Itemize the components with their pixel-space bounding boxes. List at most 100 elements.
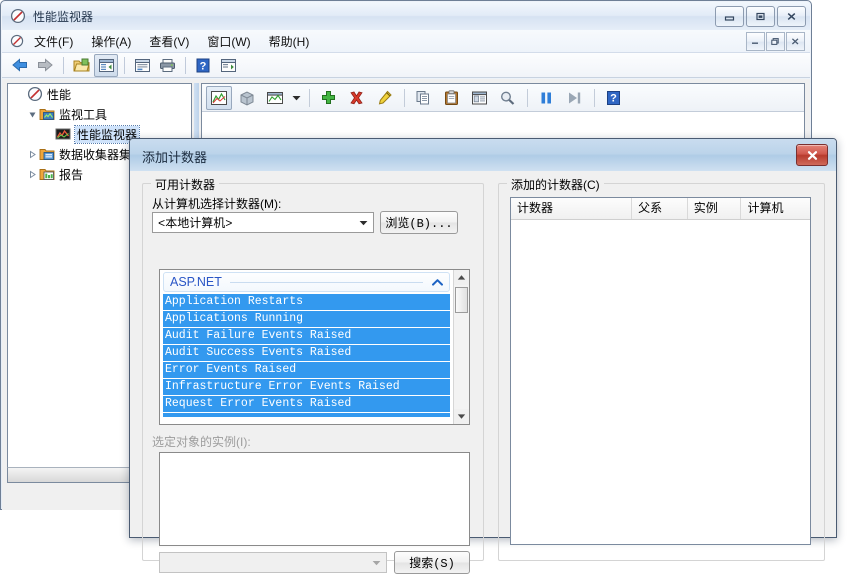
zoom-icon[interactable] [494, 86, 520, 110]
tree-expander-collapsed-icon[interactable] [26, 148, 39, 161]
view-histogram-icon[interactable] [234, 86, 260, 110]
dialog-titlebar: 添加计数器 [130, 139, 836, 172]
counter-group-header-aspnet[interactable]: ASP.NET [163, 272, 450, 292]
print-icon[interactable] [155, 54, 179, 77]
counter-item-partial[interactable] [163, 413, 450, 417]
added-counters-legend: 添加的计数器(C) [507, 176, 604, 193]
perfmon-icon [27, 86, 43, 102]
instances-listbox[interactable] [159, 452, 470, 546]
computer-combobox-value: <本地计算机> [158, 217, 233, 231]
column-header-parent[interactable]: 父系 [632, 198, 688, 219]
tree-item-label: 数据收集器集 [59, 147, 132, 162]
menu-window[interactable]: 窗口(W) [199, 31, 258, 52]
toolbar-separator [404, 88, 405, 107]
update-data-icon[interactable] [561, 86, 587, 110]
chart-icon [55, 126, 71, 142]
new-window-icon[interactable] [216, 54, 240, 77]
tree-expander [14, 88, 27, 101]
menu-view[interactable]: 查看(V) [141, 31, 197, 52]
toolbar-separator [309, 88, 310, 107]
window-titlebar: 性能监视器 [2, 2, 810, 30]
dialog-body: 可用计数器 从计算机选择计数器(M): <本地计算机> 浏览(B)... ASP… [130, 171, 836, 574]
freeze-display-icon[interactable] [533, 86, 559, 110]
view-graph-icon[interactable] [206, 85, 232, 110]
browse-button[interactable]: 浏览(B)... [380, 211, 458, 234]
add-counter-icon[interactable] [315, 86, 341, 110]
scroll-up-icon[interactable] [454, 270, 469, 285]
window-controls [715, 6, 806, 27]
toolbar-separator [527, 88, 528, 107]
screen: 性能监视器 文件(F) 操作(A) 查看(V) 窗口(W) 帮助(H) ? 性能… [0, 0, 866, 574]
help-icon[interactable]: ? [191, 54, 215, 77]
counter-item[interactable]: Audit Success Events Raised [163, 345, 450, 361]
perfmon-icon [10, 34, 24, 48]
available-counters-listbox[interactable]: ASP.NET Application Restarts Application… [159, 269, 470, 425]
show-folder-icon[interactable] [69, 54, 93, 77]
tree-item-monitoring-tools[interactable]: 监视工具 [8, 104, 191, 124]
counter-item[interactable]: Infrastructure Error Events Raised [163, 379, 450, 395]
back-icon[interactable] [8, 54, 32, 77]
computer-combobox[interactable]: <本地计算机> [152, 212, 374, 233]
toolbar-separator [124, 56, 125, 74]
counter-item[interactable]: Audit Failure Events Raised [163, 328, 450, 344]
folder-monitor-icon [39, 106, 55, 122]
counter-item[interactable]: Request Error Events Raised [163, 396, 450, 412]
scroll-down-icon[interactable] [454, 409, 469, 424]
svg-text:?: ? [200, 60, 207, 72]
menu-help[interactable]: 帮助(H) [261, 31, 318, 52]
forward-icon[interactable] [33, 54, 57, 77]
svg-text:?: ? [610, 92, 617, 104]
toolbar-separator [63, 56, 64, 74]
scrollbar-thumb[interactable] [455, 287, 468, 313]
view-report-icon[interactable] [262, 86, 288, 110]
copy-properties-icon[interactable] [410, 86, 436, 110]
paste-counter-list-icon[interactable] [438, 86, 464, 110]
add-counters-dialog: 添加计数器 可用计数器 从计算机选择计数器(M): <本地计算机> 浏览(B).… [129, 138, 837, 574]
instance-filter-combobox[interactable] [159, 552, 387, 573]
counter-list-scrollbar[interactable] [453, 270, 469, 424]
column-header-counter[interactable]: 计数器 [511, 198, 633, 219]
column-header-instance[interactable]: 实例 [688, 198, 742, 219]
counter-item[interactable]: Error Events Raised [163, 362, 450, 378]
counter-item[interactable]: Application Restarts [163, 294, 450, 310]
help-icon[interactable]: ? [600, 86, 626, 110]
folder-collector-icon [39, 146, 55, 162]
properties-icon[interactable] [130, 54, 154, 77]
search-button[interactable]: 搜索(S) [394, 551, 470, 574]
mdi-close-button[interactable] [786, 32, 805, 51]
group-header-rule [229, 281, 423, 283]
tree-expander-expanded-icon[interactable] [26, 108, 39, 121]
mdi-minimize-button[interactable] [746, 32, 765, 51]
performance-toolbar: ? [202, 84, 804, 112]
menu-action[interactable]: 操作(A) [83, 31, 139, 52]
show-console-tree-icon[interactable] [94, 53, 118, 77]
tree-expander-collapsed-icon[interactable] [26, 168, 39, 181]
dialog-title: 添加计数器 [142, 150, 208, 165]
instances-label: 选定对象的实例(I): [152, 435, 251, 449]
delete-counter-icon[interactable] [343, 86, 369, 110]
counter-list-inner: ASP.NET Application Restarts Application… [160, 270, 453, 424]
highlight-icon[interactable] [371, 86, 397, 110]
mdi-restore-button[interactable] [766, 32, 785, 51]
tree-expander [42, 128, 55, 141]
added-counters-table[interactable]: 计数器 父系 实例 计算机 [510, 197, 811, 545]
tree-item-label: 性能 [47, 87, 72, 102]
close-button[interactable] [777, 6, 806, 27]
view-dropdown-icon[interactable] [290, 87, 302, 109]
minimize-button[interactable] [715, 6, 744, 27]
menu-file[interactable]: 文件(F) [26, 31, 81, 52]
chevron-down-icon[interactable] [368, 554, 385, 571]
menu-bar: 文件(F) 操作(A) 查看(V) 窗口(W) 帮助(H) [2, 30, 810, 53]
chevron-up-icon[interactable] [431, 276, 443, 288]
mdi-window-controls [746, 32, 805, 51]
folder-report-icon [39, 166, 55, 182]
added-counters-header: 计数器 父系 实例 计算机 [511, 198, 810, 220]
maximize-button[interactable] [746, 6, 775, 27]
column-header-computer[interactable]: 计算机 [741, 198, 810, 219]
dialog-close-button[interactable] [796, 144, 828, 166]
tree-item-label: 监视工具 [59, 107, 108, 122]
chevron-down-icon[interactable] [355, 214, 372, 231]
counter-item[interactable]: Applications Running [163, 311, 450, 327]
tree-item-performance[interactable]: 性能 [8, 84, 191, 104]
properties-window-icon[interactable] [466, 86, 492, 110]
